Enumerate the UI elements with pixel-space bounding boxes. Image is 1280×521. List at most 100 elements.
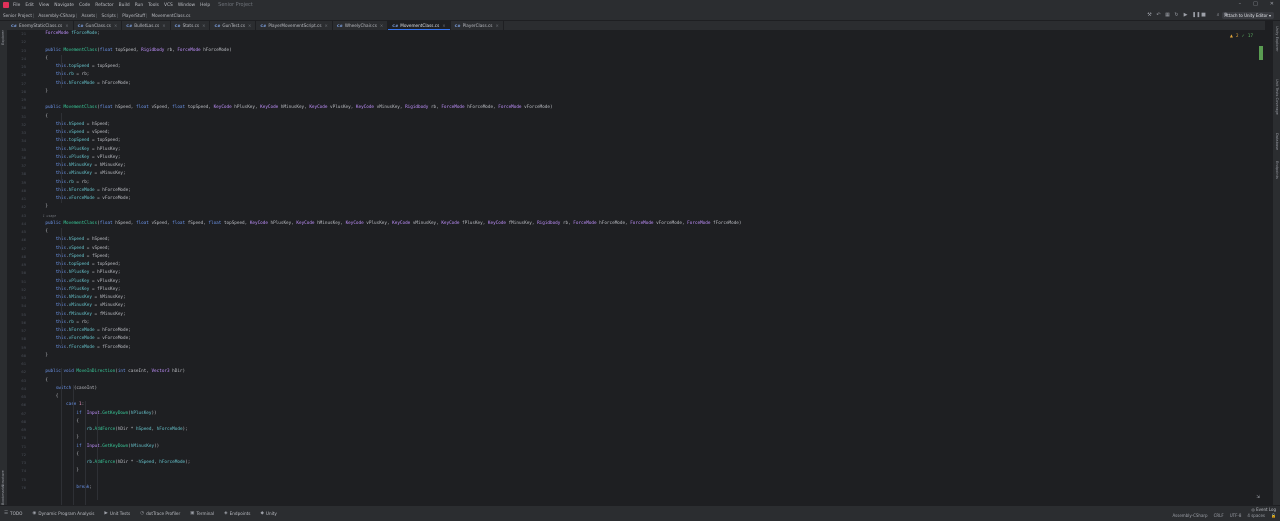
code-line[interactable]: this.fPlusKey = fPlusKey; — [35, 286, 121, 294]
tab-guntest[interactable]: C# GunTest.cs × — [210, 21, 257, 30]
tab-stats[interactable]: C# Stats.cs × — [171, 21, 211, 30]
code-line[interactable]: public MovementClass(float hSpeed, float… — [35, 220, 741, 228]
menu-help[interactable]: Help — [200, 3, 210, 8]
tool-window-unit-tests[interactable]: ▶ Unit Tests — [104, 511, 130, 516]
status-assembly[interactable]: Assembly-CSharp — [1172, 513, 1207, 518]
code-line[interactable]: this.vSpeed = vSpeed; — [35, 129, 110, 137]
close-tab-icon[interactable]: × — [380, 23, 383, 28]
close-tab-icon[interactable]: × — [248, 23, 251, 28]
code-line[interactable]: this.hPlusKey = hPlusKey; — [35, 269, 121, 277]
stop-icon[interactable]: ■ — [1201, 12, 1206, 18]
status-indent[interactable]: 4 spaces — [1247, 513, 1265, 518]
code-line[interactable]: public MovementClass(float topSpeed, Rig… — [35, 47, 231, 55]
tool-window-dottrace-profiler[interactable]: ◷ dotTrace Profiler — [140, 511, 180, 516]
code-line[interactable]: this.hMinusKey = hMinusKey; — [35, 294, 126, 302]
code-line[interactable]: switch (caseInt) — [35, 385, 97, 393]
tool-explorer[interactable]: Explorer — [1, 30, 5, 45]
tool-unity-explorer[interactable]: Unity Explorer — [1275, 26, 1279, 52]
code-line[interactable]: this.fMinusKey = fMinusKey; — [35, 311, 126, 319]
code-line[interactable]: this.vPlusKey = vPlusKey; — [35, 154, 121, 162]
code-line[interactable]: break; — [35, 484, 92, 492]
refresh-icon[interactable]: ↻ — [1174, 12, 1179, 18]
menu-edit[interactable]: Edit — [25, 3, 34, 8]
code-line[interactable]: public void MoveInDirection(int caseInt,… — [35, 368, 185, 376]
settings-icon[interactable]: ⚙ — [1224, 12, 1228, 18]
code-line[interactable]: } — [35, 88, 48, 96]
code-line[interactable]: { — [35, 393, 59, 401]
close-tab-icon[interactable]: × — [162, 23, 165, 28]
code-line[interactable]: } — [35, 203, 48, 211]
menu-navigate[interactable]: Navigate — [54, 3, 74, 8]
tool-window-dynamic-program-analysis[interactable]: ◉ Dynamic Program Analysis — [32, 511, 94, 516]
back-icon[interactable]: ↶ — [1156, 12, 1161, 18]
code-line[interactable]: { — [35, 113, 48, 121]
code-line[interactable]: this.hMinusKey = hMinusKey; — [35, 162, 126, 170]
code-line[interactable]: this.fSpeed = fSpeed; — [35, 253, 110, 261]
tab-movementclass[interactable]: C# MovementClass.cs × — [388, 21, 451, 30]
code-line[interactable]: this.topSpeed = topSpeed; — [35, 63, 121, 71]
code-line[interactable]: if (Input.GetKeyDown(hPlusKey)) — [35, 410, 156, 418]
menu-run[interactable]: Run — [135, 3, 143, 8]
code-line[interactable]: this.vMinusKey = vMinusKey; — [35, 170, 126, 178]
tool-database[interactable]: Database — [1275, 133, 1279, 150]
code-line[interactable]: this.topSpeed = topSpeed; — [35, 261, 121, 269]
status-encoding[interactable]: UTF-8 — [1230, 513, 1242, 518]
inspection-widget[interactable]: ▲ 2 ✓ 17 — [1230, 33, 1253, 38]
run-icon[interactable]: ▶ — [1183, 12, 1188, 18]
tool-endpoints[interactable]: Endpoints — [1275, 161, 1279, 179]
tool-window-unity[interactable]: ◆ Unity — [260, 511, 276, 516]
menu-tools[interactable]: Tools — [148, 3, 159, 8]
code-line[interactable]: this.rb = rb; — [35, 179, 90, 187]
code-line[interactable]: this.hPlusKey = hPlusKey; — [35, 146, 121, 154]
close-tab-icon[interactable]: × — [202, 23, 205, 28]
build-icon[interactable]: ▦ — [1165, 12, 1170, 18]
code-line[interactable]: this.rb = rb; — [35, 319, 90, 327]
code-line[interactable]: case 1: — [35, 401, 84, 409]
tab-wheelychair[interactable]: C# WheelyChair.cs × — [333, 21, 389, 30]
code-line[interactable]: this.rb = rb; — [35, 71, 90, 79]
minimize-icon[interactable]: – — [1239, 1, 1242, 7]
code-line[interactable]: this.vPlusKey = vPlusKey; — [35, 278, 121, 286]
code-line[interactable]: this.vForceMode = vForceMode; — [35, 335, 131, 343]
tab-bulletlas[interactable]: C# BulletLas.cs × — [122, 21, 171, 30]
code-line[interactable]: this.vSpeed = vSpeed; — [35, 245, 110, 253]
menu-view[interactable]: View — [39, 3, 49, 8]
close-tab-icon[interactable]: × — [65, 23, 68, 28]
tab-gunclass[interactable]: C# GunClass.cs × — [74, 21, 123, 30]
code-line[interactable]: this.hForceMode = hForceMode; — [35, 187, 131, 195]
code-line[interactable]: { — [35, 377, 48, 385]
breadcrumb-item[interactable]: Assembly-CSharp — [38, 13, 75, 18]
breadcrumb-item[interactable]: Senior Project — [3, 13, 32, 18]
search-icon[interactable]: ⌕ — [1217, 12, 1220, 18]
code-line[interactable]: public MovementClass(float hSpeed, float… — [35, 104, 552, 112]
close-tab-icon[interactable]: × — [442, 23, 445, 28]
code-line[interactable]: } — [35, 352, 48, 360]
pause-icon[interactable]: ❚❚ — [1192, 12, 1200, 18]
close-tab-icon[interactable]: × — [495, 23, 498, 28]
code-line[interactable]: this.fForceMode = fForceMode; — [35, 344, 131, 352]
tab-playerclass[interactable]: C# PlayerClass.cs × — [451, 21, 504, 30]
code-line[interactable]: this.hForceMode = hForceMode; — [35, 80, 131, 88]
menu-code[interactable]: Code — [79, 3, 90, 8]
tool-window-todo[interactable]: ☰ TODO — [4, 511, 22, 516]
code-line[interactable]: 1 usage — [35, 212, 56, 220]
hammer-icon[interactable]: ⚒ — [1147, 12, 1152, 18]
code-line[interactable]: rb.AddForce(hDir * -hSpeed, hForceMode); — [35, 459, 191, 467]
tab-playermovementscript[interactable]: C# PlayerMovementScript.cs × — [256, 21, 333, 30]
breadcrumb-item[interactable]: Assets — [82, 13, 96, 18]
menu-build[interactable]: Build — [119, 3, 130, 8]
status-line-ending[interactable]: CRLF — [1214, 513, 1224, 518]
breadcrumb-item[interactable]: Scripts — [102, 13, 116, 18]
event-log-button[interactable]: ◎ Event Log — [1251, 507, 1276, 512]
close-tab-icon[interactable]: × — [114, 23, 117, 28]
menu-window[interactable]: Window — [178, 3, 195, 8]
code-line[interactable]: this.hSpeed = hSpeed; — [35, 121, 110, 129]
tool-window-endpoints[interactable]: ◈ Endpoints — [224, 511, 250, 516]
breadcrumb-item[interactable]: MovementClass.cs — [151, 13, 190, 18]
tool-bookmarks[interactable]: Bookmarks — [1, 485, 5, 505]
menu-vcs[interactable]: VCS — [164, 3, 173, 8]
close-tab-icon[interactable]: × — [325, 23, 328, 28]
code-line[interactable]: this.vMinusKey = vMinusKey; — [35, 302, 126, 310]
attach-unity-dropdown[interactable]: Attach to Unity Editor ▾ — [1221, 12, 1274, 19]
code-area[interactable]: ForceMode fForceMode; public MovementCla… — [35, 30, 1245, 505]
